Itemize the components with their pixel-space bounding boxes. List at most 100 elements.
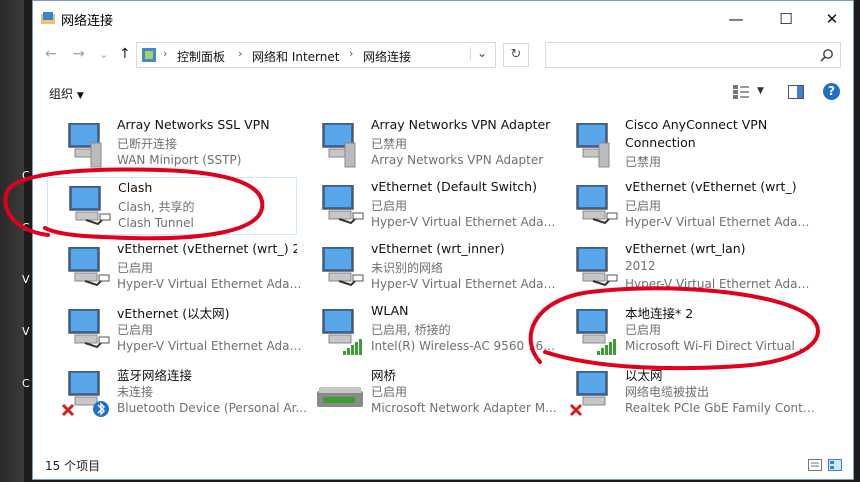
preview-pane-icon[interactable] [788,85,804,99]
connection-tile[interactable]: 网桥已启用 Microsoft Network Adapter M... [301,363,557,421]
breadcrumb-separator: › [349,47,354,60]
connection-status: 已启用 [117,261,154,275]
connection-device: Hyper-V Virtual Ethernet Adap... [371,215,561,229]
connection-device: Bluetooth Device (Personal Ar... [117,401,307,415]
connection-status: 已启用 [625,199,662,213]
search-input[interactable] [545,42,841,68]
view-options-dropdown-icon[interactable]: ▼ [757,86,764,96]
connection-device: Hyper-V Virtual Ethernet Adap... [371,277,561,291]
up-button[interactable]: ↑ [119,46,131,62]
connection-device: Microsoft Network Adapter M... [371,401,557,415]
connection-status: 网络电缆被拔出 [625,385,710,399]
address-bar[interactable]: › 控制面板 › 网络和 Internet › 网络连接 ⌄ [136,42,496,68]
back-button[interactable]: ← [45,46,57,62]
connection-tile[interactable]: Array Networks SSL VPN 已断开连接 WAN Miniport … [47,115,297,173]
breadcrumb-separator: › [238,47,243,60]
refresh-button[interactable]: ↻ [503,43,529,67]
connection-device: Hyper-V Virtual Ethernet Adap... [117,339,307,353]
connection-tile[interactable]: 本地连接* 2 已启用 Microsoft Wi-Fi Direct Virtual… [555,301,810,359]
breadcrumb-network-connections[interactable]: 网络连接 [363,48,411,65]
connection-name: vEthernet (vEthernet (wrt_) 2 [117,241,297,256]
item-count: 15 个项目 [45,459,101,473]
command-bar: 组织 ▼ ▼ ? [33,77,853,107]
connection-status: 已禁用 [371,137,408,151]
caret-down-icon: ▼ [76,91,84,101]
help-button[interactable]: ? [823,83,840,100]
connection-tile[interactable]: Clash Clash, 共享的 Clash Tunnel [47,177,297,235]
details-view-icon[interactable] [808,459,822,471]
connection-name: vEthernet (以太网) [117,306,230,321]
connection-tile[interactable]: vEthernet (以太网) 已启用 Hyper-V Virtual Ethern… [47,301,307,359]
connection-status: 已启用 [371,199,408,213]
connection-tile[interactable]: vEthernet (wrt_inner) 未识别的网络 Hyper-V Virtu… [301,239,561,297]
connection-status: 已启用 [117,323,154,337]
network-adapter-icon [61,246,113,297]
network-adapter-icon [569,246,621,297]
connection-status: Clash, 共享的 [118,200,195,214]
organize-label: 组织 [49,87,74,101]
connection-device: Intel(R) Wireless-AC 9560 160... [371,339,561,353]
change-view-icon[interactable] [733,85,749,99]
connection-tile[interactable]: 蓝牙网络连接 未连接 Bluetooth Device (Personal Ar..… [47,363,307,421]
connections-list: Array Networks SSL VPN 已断开连接 WAN Miniport … [33,111,853,449]
connection-tile[interactable]: 以太网 网络电缆被拔出 Realtek PCIe GbE Family Contr.… [555,363,815,421]
desktop-glyph: V [22,273,30,286]
network-adapter-icon [315,246,367,297]
network-adapter-icon [569,370,621,421]
network-adapter-icon [569,184,621,235]
connection-status: 已启用 [625,323,662,337]
maximize-button[interactable]: ☐ [763,1,809,37]
connection-tile[interactable]: vEthernet (Default Switch) 已启用 Hyper-V Vir… [301,177,561,235]
connection-name: 网桥 [371,368,397,383]
connection-name: Array Networks SSL VPN [117,117,270,132]
network-adapter-icon [61,308,113,359]
window-title: 网络连接 [61,14,114,29]
network-adapter-icon [62,185,114,236]
control-panel-icon [142,48,156,62]
desktop-glyph: V [22,325,30,338]
connection-device: Hyper-V Virtual Ethernet Adap... [117,277,307,291]
network-adapter-icon [315,184,367,235]
title-bar[interactable]: 网络连接 — ☐ ✕ [33,1,853,37]
breadcrumb-network-internet[interactable]: 网络和 Internet [252,48,339,65]
desktop-glyph: C [22,221,30,234]
network-adapter-icon [315,308,367,359]
network-connections-window: 网络连接 — ☐ ✕ ← → ⌄ ↑ › 控制面板 › 网络和 Internet… [32,0,854,480]
connection-device: Microsoft Wi-Fi Direct Virtual ... [625,339,811,353]
connection-name: vEthernet (vEthernet (wrt_) [625,179,797,194]
connection-tile[interactable]: vEthernet (wrt_lan) 2012 Hyper-V Virtual E… [555,239,815,297]
desktop-glyph: C [22,169,30,182]
connection-status: 已禁用 [625,155,662,169]
tiles-view-icon[interactable] [828,459,842,471]
connection-tile[interactable]: Cisco AnyConnect VPN Connection 已禁用 [555,115,805,173]
connection-status: 已启用 [371,385,408,399]
connection-status: 已启用, 桥接的 [371,323,451,337]
connection-tile[interactable]: vEthernet (vEthernet (wrt_) 已启用 Hyper-V Vi… [555,177,815,235]
desktop-glyph: C [22,377,30,390]
connection-name: WLAN [371,303,409,318]
connection-name: Clash [118,180,153,195]
vpn-adapter-icon [61,122,113,173]
recent-locations-button[interactable]: ⌄ [99,48,108,61]
search-icon [820,49,833,62]
vpn-adapter-icon [569,122,621,173]
connection-status: 未识别的网络 [371,261,444,275]
connection-tile[interactable]: Array Networks VPN Adapter 已禁用 Array Netwo… [301,115,551,173]
minimize-button[interactable]: — [713,1,759,37]
address-row: ← → ⌄ ↑ › 控制面板 › 网络和 Internet › 网络连接 ⌄ ↻ [33,37,853,73]
breadcrumb-separator: › [163,47,168,60]
vpn-adapter-icon [315,122,367,173]
connection-device: Array Networks VPN Adapter [371,153,544,167]
address-dropdown-button[interactable]: ⌄ [470,46,487,60]
forward-button[interactable]: → [73,46,85,62]
connection-name: Cisco AnyConnect VPN [625,117,768,132]
connection-name-line2: Connection [625,135,696,150]
connection-name: 蓝牙网络连接 [117,368,193,383]
breadcrumb-control-panel[interactable]: 控制面板 [177,48,225,65]
close-button[interactable]: ✕ [809,1,855,37]
organize-menu[interactable]: 组织 ▼ [49,85,84,102]
connection-device: Hyper-V Virtual Ethernet Adap... [625,215,815,229]
connection-tile[interactable]: vEthernet (vEthernet (wrt_) 2 已启用 Hyper-V … [47,239,307,297]
desktop-side-icons: C C V V C [22,150,32,410]
connection-tile[interactable]: WLAN 已启用, 桥接的 Intel(R) Wireless-AC 9560 16… [301,301,561,359]
